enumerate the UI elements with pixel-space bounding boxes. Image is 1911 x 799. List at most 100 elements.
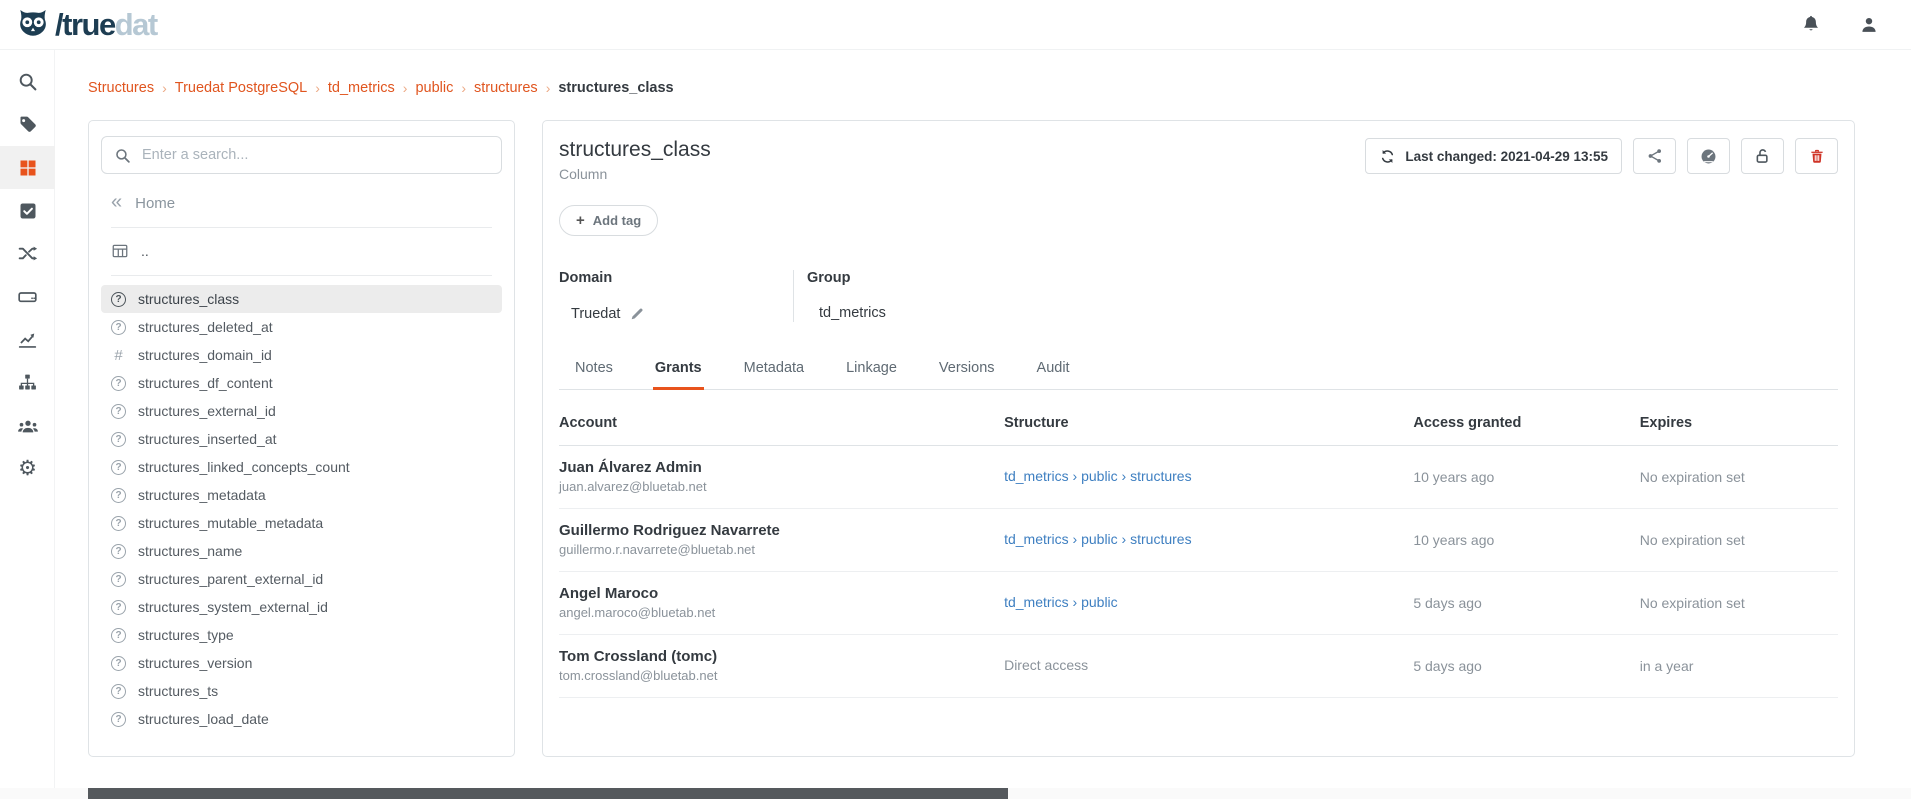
shuffle-icon [17,243,38,264]
breadcrumb-link[interactable]: td_metrics [328,80,395,96]
search-input[interactable] [142,147,489,163]
sidebar-item-dashboards[interactable] [0,318,55,361]
field-type-icon [111,488,126,503]
horizontal-scrollbar-thumb[interactable] [88,788,1008,799]
owl-icon [14,6,52,44]
user-menu-button[interactable] [1857,13,1881,37]
tab[interactable]: Linkage [844,352,899,390]
field-type-icon [111,572,126,587]
grant-access-granted: 5 days ago [1413,658,1639,674]
notifications-button[interactable] [1799,13,1823,37]
breadcrumb-link[interactable]: Structures [88,80,154,96]
delete-button[interactable] [1795,138,1838,174]
breadcrumb-link[interactable]: Truedat PostgreSQL [175,80,307,96]
trash-icon [1808,147,1826,165]
icon-rail: ⚙ [0,50,55,799]
breadcrumb-separator: › [315,80,320,96]
field-label: structures_mutable_metadata [138,515,323,531]
sidebar-item-structures[interactable] [0,146,55,189]
drive-icon [17,286,38,307]
grant-row: Juan Álvarez Admin juan.alvarez@bluetab.… [559,446,1838,509]
field-type-icon [111,404,126,419]
structure-field-item[interactable]: structures_external_id [101,397,502,425]
grant-account-email: tom.crossland@bluetab.net [559,668,1004,683]
profile-stats-button[interactable] [1687,138,1730,174]
structure-field-item[interactable]: structures_mutable_metadata [101,509,502,537]
sidebar-item-taxonomy[interactable] [0,361,55,404]
structure-field-item[interactable]: structures_domain_id [101,341,502,369]
grant-account-name: Juan Álvarez Admin [559,459,1004,476]
structure-field-item[interactable]: structures_ts [101,677,502,705]
structure-field-item[interactable]: structures_name [101,537,502,565]
field-label: structures_deleted_at [138,319,273,335]
tab[interactable]: Metadata [742,352,806,390]
grant-account-name: Angel Maroco [559,585,1004,602]
grant-structure-link[interactable]: td_metrics › public › structures [1004,468,1192,484]
grant-structure-link[interactable]: Direct access [1004,657,1088,673]
grant-access-granted: 10 years ago [1413,532,1639,548]
structure-field-item[interactable]: structures_type [101,621,502,649]
sidebar-item-search[interactable] [0,60,55,103]
field-type-icon [111,600,126,615]
breadcrumb-separator: › [162,80,167,96]
tab[interactable]: Grants [653,352,704,390]
grant-access-granted: 5 days ago [1413,595,1639,611]
structure-field-item[interactable]: structures_version [101,649,502,677]
grant-structure-link[interactable]: td_metrics › public [1004,594,1118,610]
field-label: structures_name [138,543,242,559]
field-label: structures_ts [138,683,218,699]
tab[interactable]: Audit [1035,352,1072,390]
field-type-icon [111,712,126,727]
breadcrumb-link[interactable]: structures [474,80,538,96]
structure-field-item[interactable]: structures_inserted_at [101,425,502,453]
field-type-icon [111,684,126,699]
sitemap-icon [17,372,38,393]
structure-field-item[interactable]: structures_system_external_id [101,593,502,621]
chevrons-left-icon: « [111,192,122,212]
refresh-icon [1379,148,1396,165]
column-header-expires: Expires [1640,415,1838,431]
share-button[interactable] [1633,138,1676,174]
grant-row: Guillermo Rodriguez Navarrete guillermo.… [559,509,1838,572]
tab[interactable]: Notes [573,352,615,390]
structure-field-item[interactable]: structures_df_content [101,369,502,397]
parent-structure-item[interactable]: .. [111,228,492,276]
structure-field-item[interactable]: structures_metadata [101,481,502,509]
tag-icon [17,114,38,135]
grant-expires: in a year [1640,658,1838,674]
structure-field-item[interactable]: structures_class [101,285,502,313]
sidebar-item-permissions[interactable] [0,404,55,447]
grant-structure-link[interactable]: td_metrics › public › structures [1004,531,1192,547]
unlock-button[interactable] [1741,138,1784,174]
field-label: structures_version [138,655,252,671]
page-title: structures_class [559,138,711,162]
bell-icon [1800,14,1822,36]
tab[interactable]: Versions [937,352,997,390]
sidebar-item-settings[interactable]: ⚙ [0,447,55,490]
structure-field-item[interactable]: structures_parent_external_id [101,565,502,593]
sidebar-item-tags[interactable] [0,103,55,146]
grant-account-name: Guillermo Rodriguez Navarrete [559,522,1004,539]
field-type-icon [111,516,126,531]
structure-field-item[interactable]: structures_linked_concepts_count [101,453,502,481]
horizontal-scrollbar [0,788,1911,799]
chart-line-icon [17,329,38,350]
breadcrumb-link[interactable]: public [415,80,453,96]
add-tag-button[interactable]: + Add tag [559,205,658,236]
structure-field-item[interactable]: structures_load_date [101,705,502,733]
sidebar-item-quality[interactable] [0,189,55,232]
table-icon [111,242,129,260]
structure-field-item[interactable]: structures_deleted_at [101,313,502,341]
sidebar-item-systems[interactable] [0,275,55,318]
field-type-icon [111,460,126,475]
sidebar-item-lineage[interactable] [0,232,55,275]
grant-account-email: angel.maroco@bluetab.net [559,605,1004,620]
last-changed-button[interactable]: Last changed: 2021-04-29 13:55 [1365,138,1622,174]
edit-domain-button[interactable] [629,305,646,322]
grant-account-email: guillermo.r.navarrete@bluetab.net [559,542,1004,557]
home-link[interactable]: « Home [111,194,492,228]
top-header: /truedat [0,0,1911,50]
grant-account-name: Tom Crossland (tomc) [559,648,1004,665]
structure-type-label: Column [559,166,711,182]
truedat-logo[interactable]: /truedat [14,6,157,44]
